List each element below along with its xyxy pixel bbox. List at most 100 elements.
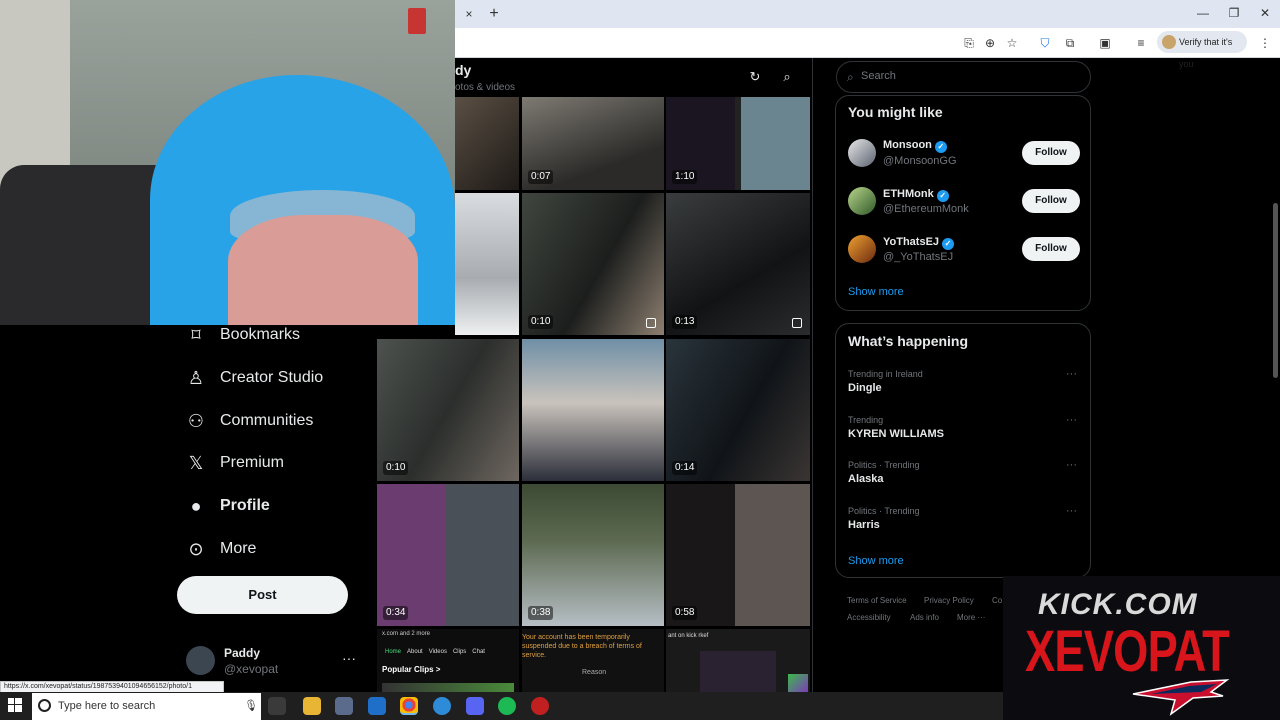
video-duration: 0:14	[672, 461, 698, 475]
follow-button[interactable]: Follow	[1022, 141, 1080, 165]
trend-more-icon[interactable]: ···	[1066, 505, 1077, 517]
trend-more-icon[interactable]: ···	[1066, 368, 1077, 380]
media-tile[interactable]: 0:34	[377, 484, 519, 626]
trend-name[interactable]: Dingle	[848, 382, 882, 394]
video-duration: 0:10	[528, 315, 554, 329]
discord-icon[interactable]	[466, 697, 484, 715]
chrome-icon[interactable]	[400, 697, 418, 715]
show-more-link[interactable]: Show more	[848, 555, 904, 567]
nav-item-bookmarks[interactable]: ⌑ Bookmarks	[185, 318, 300, 352]
search-input[interactable]: ⌕ Search	[836, 61, 1091, 93]
media-tile[interactable]: 0:58	[666, 484, 810, 626]
user-name: YoThatsEJ ✓	[883, 236, 955, 250]
media-tile[interactable]: 0:38	[522, 484, 664, 626]
account-menu-button[interactable]: ···	[342, 650, 356, 666]
user-handle: @_YoThatsEJ	[883, 251, 954, 263]
follow-button[interactable]: Follow	[1022, 237, 1080, 261]
microphone-icon[interactable]: 🎙	[244, 699, 258, 712]
windows-start-icon[interactable]	[8, 698, 22, 712]
edge-icon[interactable]	[433, 697, 451, 715]
footer-link[interactable]: Ads info	[910, 613, 939, 622]
restore-button[interactable]: ❐	[1224, 4, 1244, 22]
tile-suspended-text: Your account has been temporarily suspen…	[522, 634, 642, 659]
obs-icon[interactable]	[531, 697, 549, 715]
search-icon[interactable]: ⌕	[779, 69, 795, 85]
new-tab-button[interactable]: +	[485, 5, 503, 23]
nav-item-communities[interactable]: ⚇ Communities	[185, 404, 313, 438]
user-handle: @MonsoonGG	[883, 155, 957, 167]
video-duration: 0:58	[672, 606, 698, 620]
install-app-icon[interactable]: ⎘	[960, 34, 978, 52]
verify-identity-chip[interactable]: Verify that it's you	[1157, 31, 1247, 69]
spotify-icon[interactable]	[498, 697, 516, 715]
tab-close-button[interactable]: ×	[461, 6, 477, 22]
footer-link[interactable]: More ···	[957, 613, 985, 622]
file-explorer-icon[interactable]	[303, 697, 321, 715]
store-icon[interactable]	[335, 697, 353, 715]
x-logo-icon: 𝕏	[188, 453, 204, 473]
task-view-icon[interactable]	[268, 697, 286, 715]
sidepanel-icon[interactable]: ▣	[1096, 34, 1114, 52]
user-name-text: ETHMonk	[883, 188, 934, 200]
mail-icon[interactable]	[368, 697, 386, 715]
close-window-button[interactable]: ✕	[1255, 4, 1275, 22]
avatar[interactable]	[848, 235, 876, 263]
media-tile[interactable]: ant on kick rkef	[666, 629, 810, 692]
tile-screen-thumb	[700, 651, 776, 692]
reading-list-icon[interactable]: ≡	[1132, 34, 1150, 52]
nav-item-premium[interactable]: 𝕏 Premium	[185, 446, 284, 480]
nav-item-label: Profile	[220, 497, 270, 514]
taskbar-search-input[interactable]: Type here to search 🎙	[32, 693, 261, 720]
profile-media-count: otos & videos	[455, 82, 515, 93]
trend-name[interactable]: Harris	[848, 519, 880, 531]
shield-extension-icon[interactable]: ⛉	[1036, 34, 1054, 52]
refresh-icon[interactable]: ↻	[747, 69, 763, 85]
follow-button[interactable]: Follow	[1022, 189, 1080, 213]
profile-name: dy	[455, 62, 472, 78]
webcam-face	[228, 215, 418, 325]
media-tile[interactable]: 0:14	[666, 339, 810, 481]
video-duration: 1:10	[672, 170, 698, 184]
show-more-link[interactable]: Show more	[848, 286, 904, 298]
creator-studio-icon: ♙	[187, 368, 205, 388]
media-tile[interactable]: 0:13	[666, 193, 810, 335]
tile-source-text: x.com and 2 more	[382, 631, 431, 637]
post-button[interactable]: Post	[177, 576, 348, 614]
screen: { "browser": { "tab_close": "×", "tab_ne…	[0, 0, 1280, 720]
footer-link[interactable]: Terms of Service	[847, 596, 907, 605]
trend-meta: Trending in Ireland	[848, 369, 923, 379]
media-tile[interactable]: 0:10	[377, 339, 519, 481]
footer-link[interactable]: Co	[992, 596, 1002, 605]
avatar[interactable]	[186, 646, 215, 675]
media-tile[interactable]: x.com and 2 more Home About Videos Clips…	[377, 629, 519, 692]
footer-link[interactable]: Privacy Policy	[924, 596, 974, 605]
extensions-icon[interactable]: ⧉	[1061, 34, 1079, 52]
media-tile[interactable]: 0:10	[522, 193, 664, 335]
nav-item-more[interactable]: ⊙ More	[185, 532, 256, 566]
media-tile[interactable]	[455, 193, 519, 335]
trend-more-icon[interactable]: ···	[1066, 459, 1077, 471]
search-icon: ⌕	[847, 70, 854, 84]
nav-item-profile[interactable]: ● Profile	[185, 489, 270, 523]
trend-name[interactable]: Alaska	[848, 473, 883, 485]
trends-card: What’s happening Trending in Ireland Din…	[835, 323, 1091, 578]
media-tile[interactable]	[522, 339, 664, 481]
scrollbar-thumb[interactable]	[1273, 203, 1278, 378]
minimize-button[interactable]: —	[1193, 4, 1213, 22]
zoom-icon[interactable]: ⊕	[981, 34, 999, 52]
webcam-overlay	[0, 0, 455, 325]
browser-menu-icon[interactable]: ⋮	[1256, 34, 1274, 52]
media-tile[interactable]: 0:07	[522, 97, 664, 190]
webcam-red-object	[408, 8, 426, 34]
bookmark-star-icon[interactable]: ☆	[1003, 34, 1021, 52]
media-tile[interactable]: Your account has been temporarily suspen…	[522, 629, 664, 692]
footer-link[interactable]: Accessibility	[847, 613, 891, 622]
nav-item-label: Premium	[220, 454, 285, 471]
trend-more-icon[interactable]: ···	[1066, 414, 1077, 426]
media-tile[interactable]	[455, 97, 519, 190]
avatar[interactable]	[848, 187, 876, 215]
avatar[interactable]	[848, 139, 876, 167]
media-tile[interactable]: 1:10	[666, 97, 810, 190]
trend-name[interactable]: KYREN WILLIAMS	[848, 428, 944, 440]
nav-item-creator-studio[interactable]: ♙ Creator Studio	[185, 361, 323, 395]
